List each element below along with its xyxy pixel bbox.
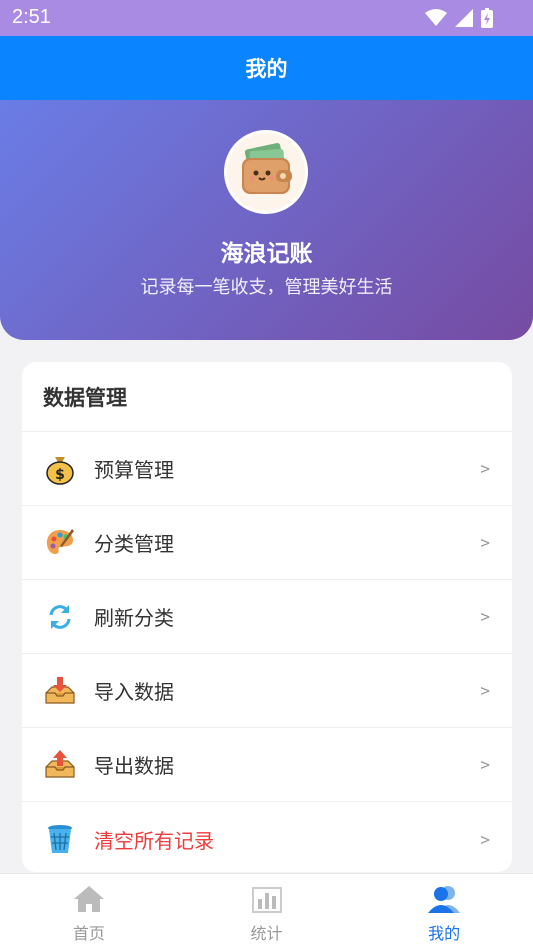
refresh-icon — [44, 601, 76, 633]
status-time: 2:51 — [12, 6, 51, 28]
menu-item-budget[interactable]: $ 预算管理 > — [22, 432, 512, 506]
menu-label: 刷新分类 — [94, 606, 174, 630]
wifi-icon — [425, 9, 447, 31]
menu-item-import[interactable]: 导入数据 > — [22, 654, 512, 728]
battery-icon — [481, 8, 493, 32]
chevron-right-icon: > — [480, 459, 490, 478]
profile-header: 海浪记账 记录每一笔收支，管理美好生活 — [0, 100, 533, 340]
menu-label: 预算管理 — [94, 458, 174, 482]
chevron-right-icon: > — [480, 755, 490, 774]
menu-item-refresh-categories[interactable]: 刷新分类 > — [22, 580, 512, 654]
menu-label: 清空所有记录 — [94, 828, 214, 853]
import-tray-icon — [44, 675, 76, 707]
app-tagline: 记录每一笔收支，管理美好生活 — [140, 277, 393, 298]
menu-label: 分类管理 — [94, 532, 174, 556]
user-icon — [427, 884, 461, 914]
bottom-tab-bar: 首页 统计 我的 — [0, 873, 533, 948]
menu-item-categories[interactable]: 分类管理 > — [22, 506, 512, 580]
chevron-right-icon: > — [480, 829, 490, 849]
chevron-right-icon: > — [480, 681, 490, 700]
page-title: 我的 — [245, 57, 288, 81]
trash-icon — [44, 823, 76, 855]
tab-label: 统计 — [250, 924, 283, 943]
tab-home[interactable]: 首页 — [0, 874, 178, 948]
wallet-icon — [236, 140, 296, 204]
menu-label: 导入数据 — [94, 680, 174, 704]
app-name: 海浪记账 — [220, 241, 313, 267]
app-bar: 我的 — [0, 36, 533, 100]
export-tray-icon — [44, 749, 76, 781]
tab-statistics[interactable]: 统计 — [178, 874, 356, 948]
chevron-right-icon: > — [480, 607, 490, 626]
money-bag-icon: $ — [44, 453, 76, 485]
tab-label: 首页 — [72, 924, 105, 943]
chevron-right-icon: > — [480, 533, 490, 552]
palette-icon — [44, 527, 76, 559]
tab-label: 我的 — [428, 924, 461, 943]
home-icon — [72, 884, 106, 914]
data-management-card: 数据管理 $ 预算管理 > 分类管理 > 刷新分类 > 导入数据 > 导出数据 … — [22, 362, 512, 872]
status-icons — [425, 8, 493, 32]
status-bar: 2:51 — [0, 0, 533, 36]
menu-label: 导出数据 — [94, 754, 174, 778]
bar-chart-icon — [250, 884, 284, 914]
menu-item-export[interactable]: 导出数据 > — [22, 728, 512, 802]
tab-mine[interactable]: 我的 — [355, 874, 533, 948]
avatar — [224, 130, 308, 214]
menu-item-clear-records[interactable]: 清空所有记录 > — [22, 802, 512, 872]
svg-text:$: $ — [55, 467, 65, 483]
signal-icon — [455, 9, 473, 31]
section-title: 数据管理 — [22, 362, 512, 432]
